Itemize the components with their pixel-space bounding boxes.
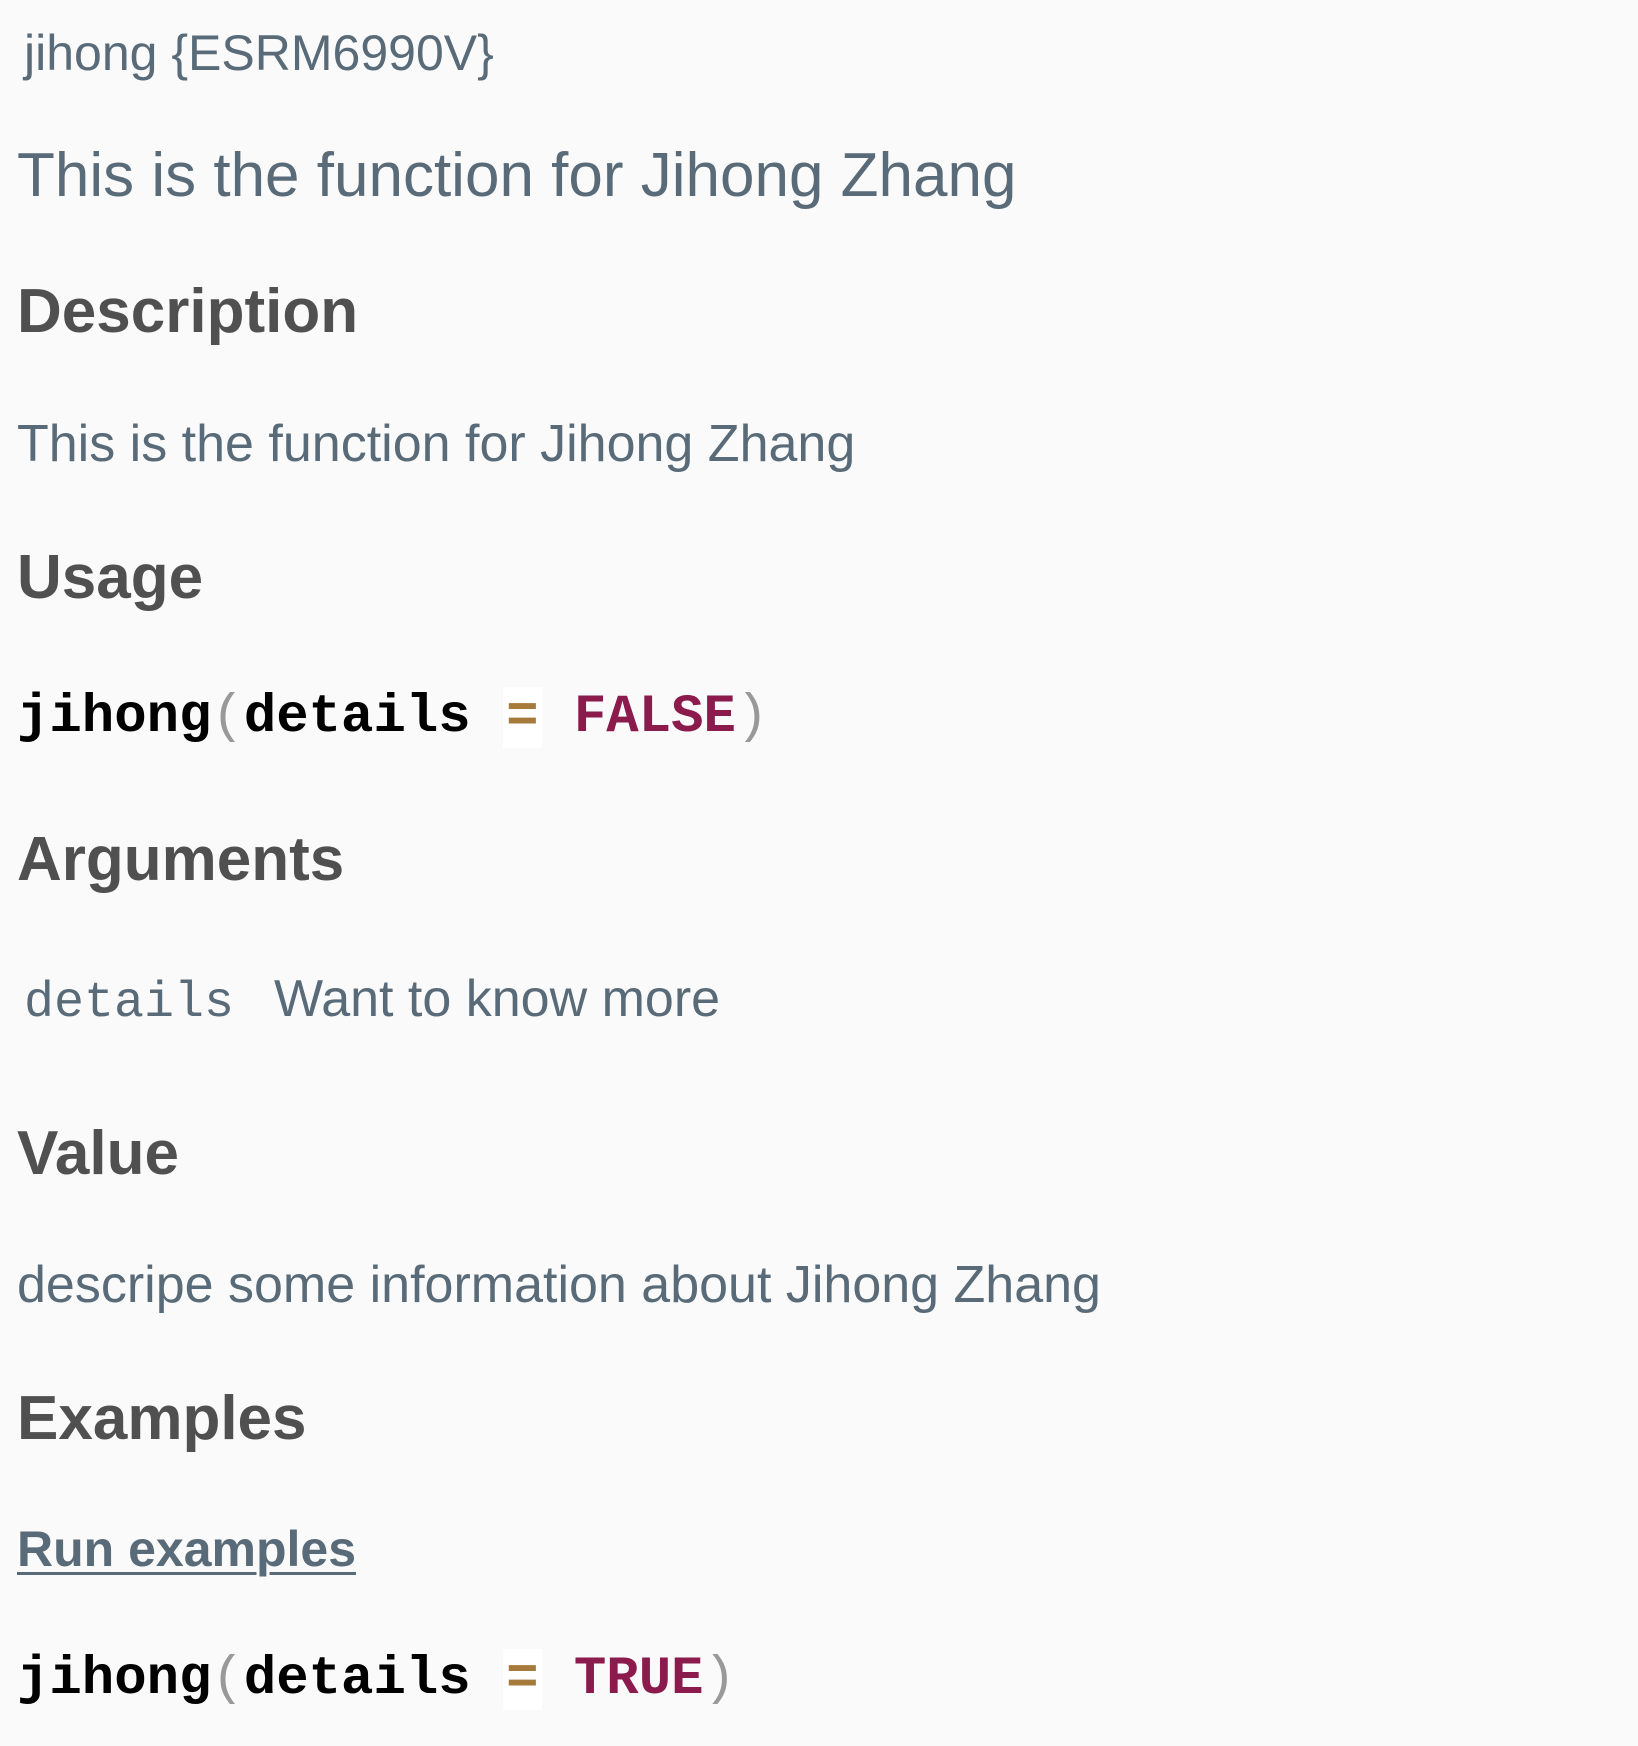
arguments-heading: Arguments xyxy=(17,825,345,894)
run-examples-link[interactable]: Run examples xyxy=(17,1520,356,1578)
description-text: This is the function for Jihong Zhang xyxy=(17,415,856,473)
argument-description: Want to know more xyxy=(274,970,721,1028)
usage-code: jihong(details = FALSE) xyxy=(17,683,768,753)
description-heading: Description xyxy=(17,277,359,346)
examples-fn: jihong xyxy=(17,1649,212,1710)
examples-heading: Examples xyxy=(17,1384,307,1453)
page-title: This is the function for Jihong Zhang xyxy=(17,141,1017,210)
help-header: jihong {ESRM6990V} xyxy=(24,18,494,88)
usage-fn: jihong xyxy=(17,687,212,748)
usage-arg: details xyxy=(243,687,471,748)
argument-name: details xyxy=(24,975,235,1032)
examples-arg: details xyxy=(243,1649,471,1710)
help-page: jihong {ESRM6990V} This is the function … xyxy=(0,0,1638,1746)
examples-value: TRUE xyxy=(573,1649,704,1710)
usage-open-paren: ( xyxy=(211,687,244,748)
usage-operator: = xyxy=(503,687,542,748)
argument-row: details Want to know more xyxy=(24,964,720,1047)
package-name: {ESRM6990V} xyxy=(171,25,494,81)
value-heading: Value xyxy=(17,1119,179,1188)
usage-close-paren: ) xyxy=(735,687,769,748)
usage-value: FALSE xyxy=(573,687,736,748)
examples-operator: = xyxy=(503,1649,542,1710)
usage-heading: Usage xyxy=(17,543,204,612)
examples-code: jihong(details = TRUE) xyxy=(17,1645,736,1715)
function-name: jihong xyxy=(24,25,158,81)
examples-open-paren: ( xyxy=(211,1649,244,1710)
value-text: descripe some information about Jihong Z… xyxy=(17,1256,1101,1314)
examples-close-paren: ) xyxy=(703,1649,736,1710)
